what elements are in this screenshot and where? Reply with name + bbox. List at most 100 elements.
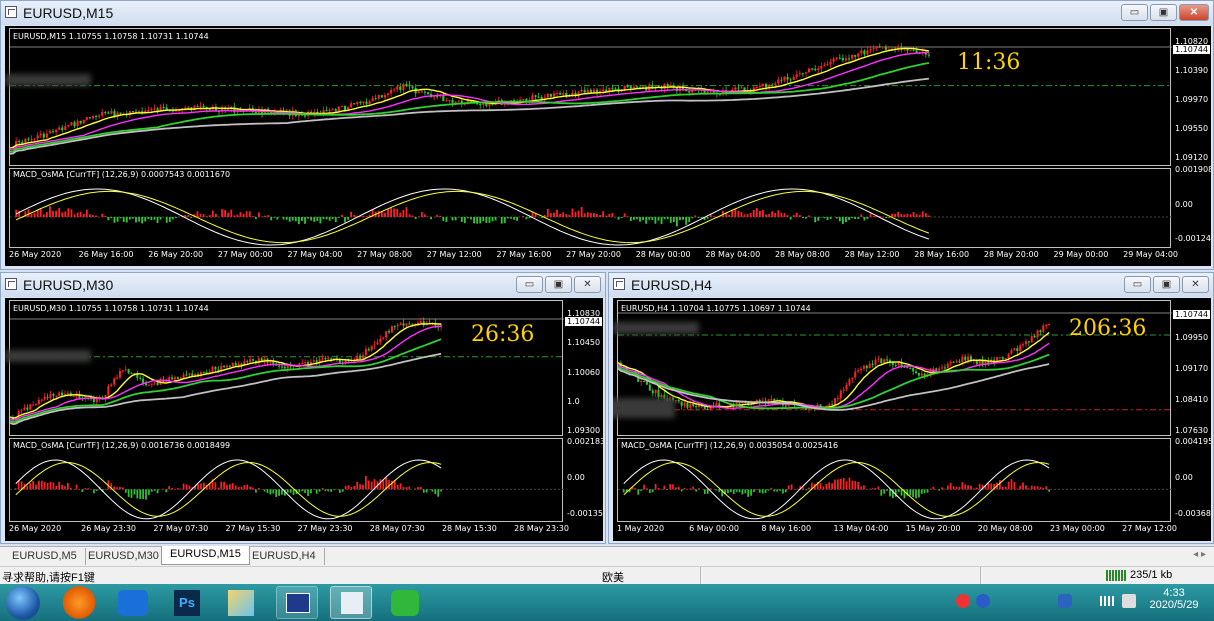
- time-axis-label: 23 May 00:00: [1049, 524, 1105, 533]
- tab-eurusd-m5[interactable]: EURUSD,M5: [4, 548, 86, 565]
- osma-bar: [337, 217, 340, 218]
- tray-volume-icon[interactable]: [1122, 594, 1136, 608]
- osma-bar: [770, 487, 773, 490]
- minimize-button[interactable]: ▭: [1121, 4, 1148, 21]
- candle-body: [390, 326, 393, 333]
- osma-bar: [476, 217, 479, 224]
- osma-bar: [362, 484, 364, 490]
- candle-body: [217, 369, 220, 371]
- osma-bar: [747, 489, 750, 497]
- tab-eurusd-m15[interactable]: EURUSD,M15: [161, 546, 250, 565]
- chart-window-m15[interactable]: EURUSD,M15 ▭ ▣ ✕ EURUSD,M15 1.10755 1.10…: [0, 0, 1214, 270]
- minimize-button[interactable]: ▭: [1124, 276, 1151, 293]
- osma-bar: [132, 217, 134, 219]
- candle-body: [445, 100, 448, 102]
- osma-bar: [234, 485, 237, 490]
- osma-bar: [636, 217, 638, 220]
- candle-body: [1024, 341, 1027, 345]
- chart-canvas[interactable]: EURUSD,M15 1.10755 1.10758 1.10731 1.107…: [5, 26, 1211, 266]
- restore-button[interactable]: ▣: [1153, 276, 1180, 293]
- price-pane[interactable]: [9, 28, 1172, 166]
- osma-bar: [741, 489, 744, 495]
- candle-body: [629, 86, 632, 89]
- osma-bar: [491, 217, 494, 222]
- candle-body: [1030, 336, 1033, 343]
- macd-info: MACD_OsMA [CurrTF] (12,26,9) 0.0007543 0…: [13, 170, 231, 179]
- time-axis-label: 26 May 23:30: [81, 524, 137, 533]
- chart-window-h4[interactable]: EURUSD,H4 ▭ ▣ ✕ EURUSD,H4 1.10704 1.1077…: [608, 272, 1214, 544]
- tray-signal-icon[interactable]: [1100, 596, 1116, 606]
- clock[interactable]: 4:33 2020/5/29: [1146, 587, 1202, 611]
- candle-body: [828, 404, 831, 407]
- osma-bar: [147, 217, 150, 220]
- osma-bar: [405, 487, 408, 490]
- title-bar[interactable]: EURUSD,M30 ▭ ▣ ✕: [1, 273, 605, 297]
- osma-bar: [422, 489, 425, 493]
- osma-bar: [230, 209, 233, 217]
- candle-body: [909, 50, 912, 52]
- close-button[interactable]: ✕: [1179, 4, 1209, 21]
- tray-help-icon[interactable]: [976, 594, 990, 608]
- osma-bar: [264, 215, 267, 217]
- osma-bar: [525, 217, 528, 220]
- price-pane[interactable]: [9, 300, 564, 436]
- candle-body: [648, 384, 651, 391]
- osma-bar: [675, 217, 678, 227]
- osma-bar: [1045, 486, 1048, 490]
- candle-body: [686, 403, 689, 408]
- candle-body: [365, 101, 368, 104]
- paint-icon[interactable]: [220, 586, 262, 619]
- chart-canvas[interactable]: EURUSD,H4 1.10704 1.10775 1.10697 1.1074…: [613, 298, 1211, 541]
- candle-body: [408, 84, 411, 87]
- osma-bar: [124, 489, 127, 493]
- macd-pane[interactable]: [9, 168, 1172, 248]
- candle-body: [331, 109, 334, 111]
- photoshop-icon[interactable]: Ps: [166, 586, 208, 619]
- candle-body: [1022, 344, 1025, 346]
- tray-shield-icon[interactable]: [1058, 594, 1072, 608]
- osma-bar: [202, 214, 205, 217]
- macd-pane[interactable]: [617, 438, 1172, 522]
- osma-bar: [660, 217, 663, 225]
- osma-bar: [513, 217, 515, 220]
- osma-bar: [353, 486, 356, 490]
- candle-body: [555, 93, 559, 95]
- candle-body: [110, 384, 113, 387]
- title-bar[interactable]: EURUSD,H4 ▭ ▣ ✕: [609, 273, 1213, 297]
- candle-body: [611, 87, 614, 89]
- osma-bar: [82, 213, 85, 217]
- minimize-button[interactable]: ▭: [516, 276, 543, 293]
- restore-button[interactable]: ▣: [1150, 4, 1177, 21]
- candle-body: [1042, 325, 1045, 333]
- osma-bar: [874, 487, 877, 490]
- tab-eurusd-m30[interactable]: EURUSD,M30: [80, 548, 168, 565]
- title-bar[interactable]: EURUSD,M15 ▭ ▣ ✕: [1, 1, 1213, 25]
- osma-bar: [829, 217, 832, 220]
- candle-body: [202, 372, 205, 374]
- tab-eurusd-h4[interactable]: EURUSD,H4: [244, 548, 325, 565]
- start-button[interactable]: [6, 586, 40, 620]
- browser-icon[interactable]: [58, 586, 100, 619]
- macd-pane[interactable]: [9, 438, 564, 522]
- close-button[interactable]: ✕: [574, 276, 601, 293]
- candle-body: [734, 87, 737, 90]
- osma-bar: [712, 216, 715, 217]
- osma-bar: [440, 489, 442, 492]
- osma-bar: [1022, 482, 1024, 490]
- osma-bar: [516, 217, 519, 221]
- chart-window-m30[interactable]: EURUSD,M30 ▭ ▣ ✕ EURUSD,M30 1.10755 1.10…: [0, 272, 606, 544]
- tab-scroll-arrows[interactable]: ◂ ▸: [1193, 549, 1206, 560]
- metatrader-icon[interactable]: [330, 586, 372, 619]
- app-icon[interactable]: [112, 586, 154, 619]
- flag-app-icon[interactable]: [276, 586, 318, 619]
- candle-body: [46, 396, 49, 399]
- osma-bar: [703, 489, 706, 494]
- close-button[interactable]: ✕: [1182, 276, 1209, 293]
- osma-bar: [61, 212, 64, 217]
- tray-app-icon[interactable]: [956, 594, 970, 608]
- restore-button[interactable]: ▣: [545, 276, 572, 293]
- chart-canvas[interactable]: EURUSD,M30 1.10755 1.10758 1.10731 1.107…: [5, 298, 603, 541]
- osma-bar: [637, 489, 640, 495]
- osma-bar: [414, 217, 417, 219]
- wechat-icon[interactable]: [384, 586, 426, 619]
